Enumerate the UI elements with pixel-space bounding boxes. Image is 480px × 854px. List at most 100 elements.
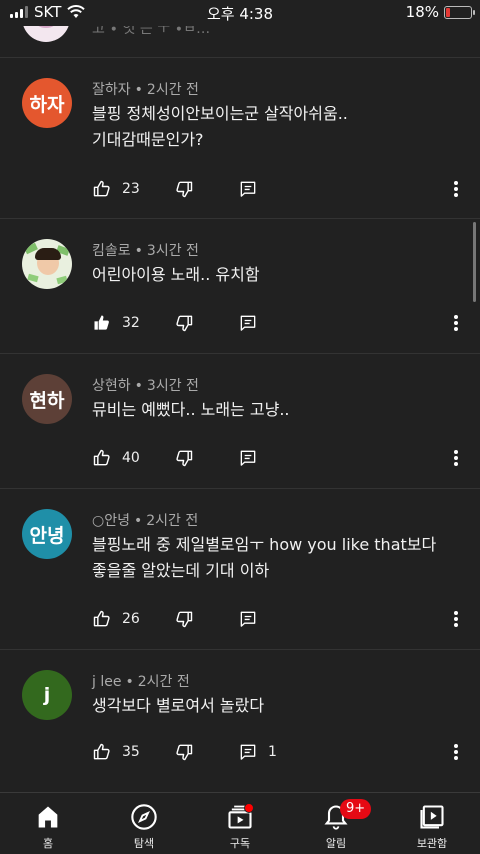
- dislike-button[interactable]: [174, 446, 194, 470]
- comment: 하자 잘하자 • 2시간 전 블핑 정체성이안보이는군 살작아쉬움.. 기대감때문인…: [0, 58, 480, 219]
- more-vert-icon: [454, 315, 458, 331]
- like-button[interactable]: 40: [92, 446, 140, 470]
- nav-label: 보관함: [416, 837, 448, 850]
- like-count: 26: [122, 611, 140, 627]
- more-vert-icon: [454, 181, 458, 197]
- author-name[interactable]: 상현하: [92, 378, 131, 394]
- dislike-button[interactable]: [174, 177, 194, 201]
- status-bar: SKT 오후 4:38 18%: [0, 0, 480, 26]
- nav-subscriptions[interactable]: 구독: [192, 793, 288, 854]
- comment-meta: ○안녕 • 2시간 전: [92, 513, 199, 529]
- nav-home[interactable]: 홈: [0, 793, 96, 854]
- reply-icon: [240, 315, 256, 331]
- comment-meta: 상현하 • 3시간 전: [92, 378, 199, 394]
- thumbs-up-icon: [93, 743, 110, 760]
- avatar[interactable]: 안녕: [22, 509, 72, 559]
- more-vert-icon: [454, 450, 458, 466]
- more-options-button[interactable]: [446, 177, 466, 201]
- author-name[interactable]: ○안녕: [92, 513, 130, 529]
- nav-label: 알림: [325, 837, 347, 850]
- comment-actions: 35 1: [92, 740, 472, 764]
- reply-button[interactable]: [238, 446, 268, 470]
- reply-icon: [240, 744, 256, 760]
- like-count: 40: [122, 450, 140, 466]
- like-button[interactable]: 26: [92, 607, 140, 631]
- bottom-nav: 홈 탐색 구독 9+ 알림 보관함: [0, 792, 480, 854]
- comment-meta: 잘하자 • 2시간 전: [92, 82, 199, 98]
- comment: 현하 상현하 • 3시간 전 뮤비는 예뻤다.. 노래는 고냥.. 40: [0, 354, 480, 489]
- thumbs-down-icon: [176, 181, 193, 198]
- thumbs-down-icon: [176, 450, 193, 467]
- like-count: 23: [122, 181, 140, 197]
- avatar-initials: 하자: [29, 93, 65, 116]
- dislike-button[interactable]: [174, 740, 194, 764]
- more-vert-icon: [454, 744, 458, 760]
- reply-count: 1: [268, 744, 277, 760]
- reply-icon: [240, 450, 256, 466]
- nav-explore[interactable]: 탐색: [96, 793, 192, 854]
- dislike-button[interactable]: [174, 607, 194, 631]
- avatar[interactable]: [22, 239, 72, 289]
- reply-button[interactable]: [238, 311, 268, 335]
- like-button[interactable]: 32: [92, 311, 140, 335]
- reply-button[interactable]: [238, 607, 268, 631]
- author-name[interactable]: j lee: [92, 674, 121, 690]
- notification-badge: 9+: [340, 799, 372, 819]
- comment-time: 3시간 전: [146, 378, 199, 394]
- thumbs-up-icon: [94, 315, 109, 330]
- nav-label: 홈: [42, 837, 54, 850]
- battery-icon: [444, 5, 475, 19]
- comment-actions: 26: [92, 607, 472, 631]
- thumbs-down-icon: [176, 315, 193, 332]
- comment-actions: 40: [92, 446, 472, 470]
- more-options-button[interactable]: [446, 740, 466, 764]
- more-vert-icon: [454, 611, 458, 627]
- author-name[interactable]: 킴솔로: [92, 243, 131, 259]
- thumbs-up-icon: [93, 449, 110, 466]
- avatar[interactable]: 하자: [22, 78, 72, 128]
- reply-icon: [240, 611, 256, 627]
- nav-library[interactable]: 보관함: [384, 793, 480, 854]
- comment-time: 2시간 전: [146, 513, 199, 529]
- comment-actions: 23: [92, 177, 472, 201]
- home-icon: [38, 806, 58, 828]
- comment-time: 2시간 전: [137, 674, 190, 690]
- avatar-initials: j: [43, 684, 51, 706]
- more-options-button[interactable]: [446, 446, 466, 470]
- like-button[interactable]: 23: [92, 177, 140, 201]
- comment-time: 3시간 전: [146, 243, 199, 259]
- comment-actions: 32: [92, 311, 472, 335]
- avatar[interactable]: 현하: [22, 374, 72, 424]
- dislike-button[interactable]: [174, 311, 194, 335]
- thumbs-up-icon: [93, 180, 110, 197]
- like-button[interactable]: 35: [92, 740, 140, 764]
- thumbs-up-icon: [93, 610, 110, 627]
- like-count: 32: [122, 315, 140, 331]
- comment-meta: j lee • 2시간 전: [92, 674, 190, 690]
- reply-button[interactable]: [238, 177, 268, 201]
- thumbs-down-icon: [176, 611, 193, 628]
- comment: 킴솔로 • 3시간 전 어린아이용 노래.. 유치함 32: [0, 219, 480, 354]
- comment-text: 블핑 정체성이안보이는군 살작아쉬움.. 기대감때문인가?: [92, 104, 348, 149]
- comment-time: 2시간 전: [146, 82, 199, 98]
- nav-notifications[interactable]: 9+ 알림: [288, 793, 384, 854]
- comment-meta: 킴솔로 • 3시간 전: [92, 243, 199, 259]
- nav-label: 구독: [229, 837, 251, 850]
- library-icon: [420, 805, 444, 829]
- thumbs-down-icon: [176, 744, 193, 761]
- reply-icon: [240, 181, 256, 197]
- like-count: 35: [122, 744, 140, 760]
- nav-label: 탐색: [133, 837, 155, 850]
- avatar[interactable]: j: [22, 670, 72, 720]
- compass-icon: [131, 804, 157, 830]
- avatar-initials: 안녕: [29, 524, 65, 547]
- more-options-button[interactable]: [446, 311, 466, 335]
- comment-text: 생각보다 별로여서 놀랐다: [92, 696, 265, 715]
- author-name[interactable]: 잘하자: [92, 82, 131, 98]
- comment-text: 어린아이용 노래.. 유치함: [92, 265, 260, 284]
- reply-button[interactable]: 1: [238, 740, 277, 764]
- comment-text: 뮤비는 예뻤다.. 노래는 고냥..: [92, 400, 290, 419]
- scrollbar[interactable]: [473, 222, 476, 302]
- comment-text: 블핑노래 중 제일별로임ㅜ how you like that보다 좋을줄 알았…: [92, 535, 437, 580]
- more-options-button[interactable]: [446, 607, 466, 631]
